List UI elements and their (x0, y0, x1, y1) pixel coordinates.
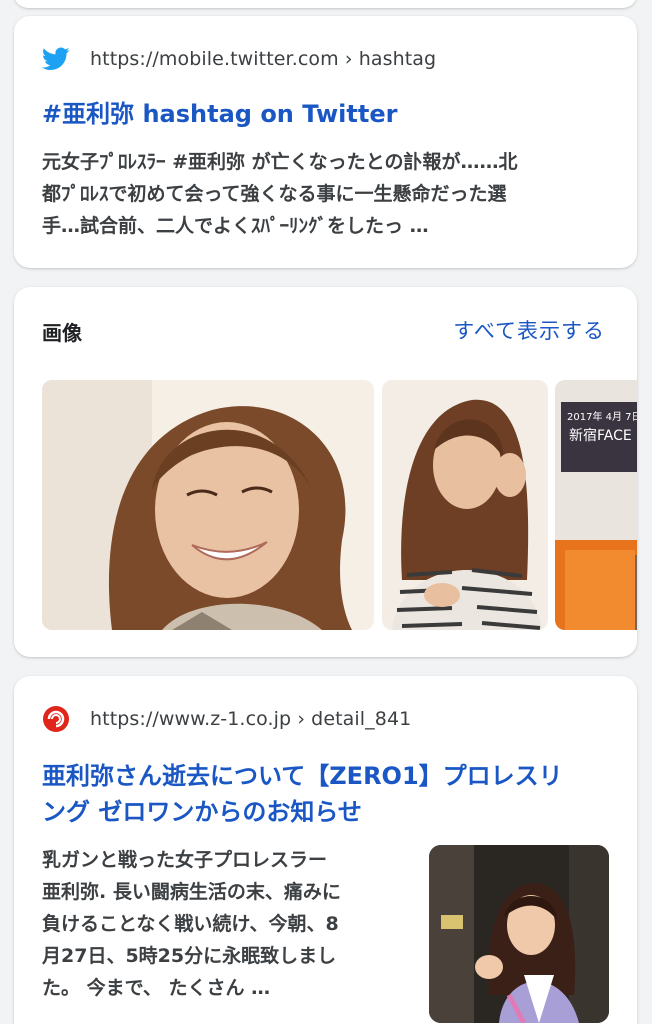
images-section-card: 画像 すべて表示する 2017年 4月 7日 新宿FACE (14, 287, 637, 657)
image-thumbnail-2[interactable] (382, 380, 548, 630)
images-heading: 画像 (42, 321, 82, 345)
snippet-line: た。 今まで、 たくさん … (42, 977, 271, 999)
see-all-images-link[interactable]: すべて表示する (453, 315, 605, 345)
result-source[interactable]: https://www.z-1.co.jp › detail_841 (42, 704, 411, 734)
result-thumbnail[interactable] (429, 845, 609, 1023)
snippet-line: 都ﾌﾟﾛﾚｽで初めて会って強くなる事に一生懸命だった選 (42, 183, 507, 205)
photo-woman-striped-top (382, 380, 548, 630)
photo-wrestler-in-ring (429, 845, 609, 1023)
zero1-logo-icon (42, 705, 70, 733)
snippet-line: 乳ガンと戦った女子プロレスラー (42, 849, 328, 871)
result-snippet: 元女子ﾌﾟﾛﾚｽﾗｰ #亜利弥 が亡くなったとの訃報が……北 都ﾌﾟﾛﾚｽで初め… (42, 146, 622, 242)
result-url: https://mobile.twitter.com › hashtag (90, 48, 437, 70)
result-snippet: 乳ガンと戦った女子プロレスラー 亜利弥. 長い闘病生活の末、痛みに 負けることな… (42, 844, 414, 1004)
snippet-line: 亜利弥. 長い闘病生活の末、痛みに (42, 881, 341, 903)
sign-venue-text: 新宿FACE (569, 427, 632, 444)
result-card-zero1[interactable]: https://www.z-1.co.jp › detail_841 亜利弥さん… (14, 676, 637, 1024)
image-thumbnail-3[interactable]: 2017年 4月 7日( 新宿FACE (555, 380, 637, 630)
result-title[interactable]: 亜利弥さん逝去について【ZERO1】プロレスリ ング ゼロワンからのお知らせ (42, 758, 613, 830)
result-title[interactable]: #亜利弥 hashtag on Twitter (42, 96, 613, 132)
snippet-line: 手…試合前、二人でよくｽﾊﾟｰﾘﾝｸﾞをしたっ … (42, 215, 429, 237)
title-line: ング ゼロワンからのお知らせ (42, 798, 362, 826)
result-card-twitter[interactable]: https://mobile.twitter.com › hashtag #亜利… (14, 16, 637, 268)
previous-result-card (14, 0, 637, 8)
photo-woman-smiling (42, 380, 374, 630)
result-source[interactable]: https://mobile.twitter.com › hashtag (42, 44, 436, 74)
sign-date-text: 2017年 4月 7日( (567, 410, 637, 423)
title-line: 亜利弥さん逝去について【ZERO1】プロレスリ (42, 762, 563, 790)
image-thumbnail-1[interactable] (42, 380, 374, 630)
snippet-line: 負けることなく戦い続け、今朝、8 (42, 913, 339, 935)
snippet-line: 元女子ﾌﾟﾛﾚｽﾗｰ #亜利弥 が亡くなったとの訃報が……北 (42, 151, 518, 173)
result-url: https://www.z-1.co.jp › detail_841 (90, 708, 412, 730)
snippet-line: 月27日、5時25分に永眠致しまし (42, 945, 337, 967)
twitter-bird-icon (42, 45, 70, 73)
photo-venue-sign: 2017年 4月 7日( 新宿FACE (555, 380, 637, 630)
